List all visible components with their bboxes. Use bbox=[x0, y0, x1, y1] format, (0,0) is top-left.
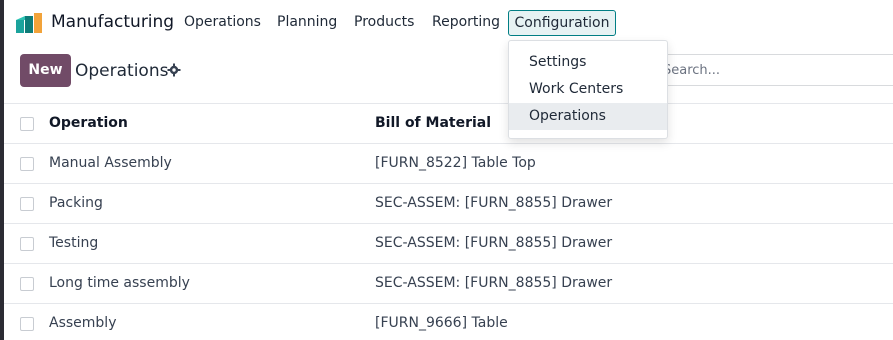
new-button[interactable]: New bbox=[20, 54, 71, 87]
cell-bom: [FURN_9666] Table bbox=[375, 315, 508, 331]
cell-operation: Testing bbox=[49, 235, 99, 251]
dropdown-item-operations[interactable]: Operations bbox=[509, 103, 667, 130]
table-row[interactable]: Long time assembly SEC-ASSEM: [FURN_8855… bbox=[4, 263, 893, 303]
menu-operations[interactable]: Operations bbox=[184, 14, 261, 30]
cell-bom: [FURN_8522] Table Top bbox=[375, 155, 536, 171]
menu-reporting[interactable]: Reporting bbox=[432, 14, 500, 30]
cell-bom: SEC-ASSEM: [FURN_8855] Drawer bbox=[375, 195, 613, 211]
search-placeholder: Search... bbox=[663, 63, 721, 78]
column-header-bom[interactable]: Bill of Material bbox=[375, 115, 491, 131]
table-row[interactable]: Packing SEC-ASSEM: [FURN_8855] Drawer bbox=[4, 183, 893, 223]
gear-icon[interactable] bbox=[167, 63, 181, 77]
row-checkbox[interactable] bbox=[20, 317, 34, 331]
menu-configuration[interactable]: Configuration bbox=[508, 10, 616, 36]
dropdown-item-work-centers[interactable]: Work Centers bbox=[509, 76, 667, 103]
row-checkbox[interactable] bbox=[20, 157, 34, 171]
column-header-operation[interactable]: Operation bbox=[49, 115, 128, 131]
cell-operation: Assembly bbox=[49, 315, 117, 331]
cell-operation: Packing bbox=[49, 195, 103, 211]
dropdown-item-settings[interactable]: Settings bbox=[509, 49, 667, 76]
cell-operation: Long time assembly bbox=[49, 275, 190, 291]
row-checkbox[interactable] bbox=[20, 237, 34, 251]
manufacturing-app-icon[interactable] bbox=[16, 13, 42, 33]
select-all-checkbox[interactable] bbox=[20, 117, 34, 131]
configuration-dropdown: Settings Work Centers Operations bbox=[508, 40, 668, 139]
app-name[interactable]: Manufacturing bbox=[51, 12, 174, 32]
operations-list: Operation Bill of Material Manual Assemb… bbox=[4, 103, 893, 340]
cell-bom: SEC-ASSEM: [FURN_8855] Drawer bbox=[375, 275, 613, 291]
table-row[interactable]: Assembly [FURN_9666] Table bbox=[4, 303, 893, 340]
top-navbar: Manufacturing Operations Planning Produc… bbox=[4, 0, 893, 46]
row-checkbox[interactable] bbox=[20, 197, 34, 211]
row-checkbox[interactable] bbox=[20, 277, 34, 291]
menu-planning[interactable]: Planning bbox=[277, 14, 337, 30]
menu-products[interactable]: Products bbox=[354, 14, 414, 30]
table-row[interactable]: Testing SEC-ASSEM: [FURN_8855] Drawer bbox=[4, 223, 893, 263]
list-header: Operation Bill of Material bbox=[4, 103, 893, 143]
search-input[interactable]: Search... bbox=[640, 54, 893, 86]
cell-operation: Manual Assembly bbox=[49, 155, 172, 171]
page-title: Operations bbox=[75, 61, 169, 81]
cell-bom: SEC-ASSEM: [FURN_8855] Drawer bbox=[375, 235, 613, 251]
table-row[interactable]: Manual Assembly [FURN_8522] Table Top bbox=[4, 143, 893, 183]
